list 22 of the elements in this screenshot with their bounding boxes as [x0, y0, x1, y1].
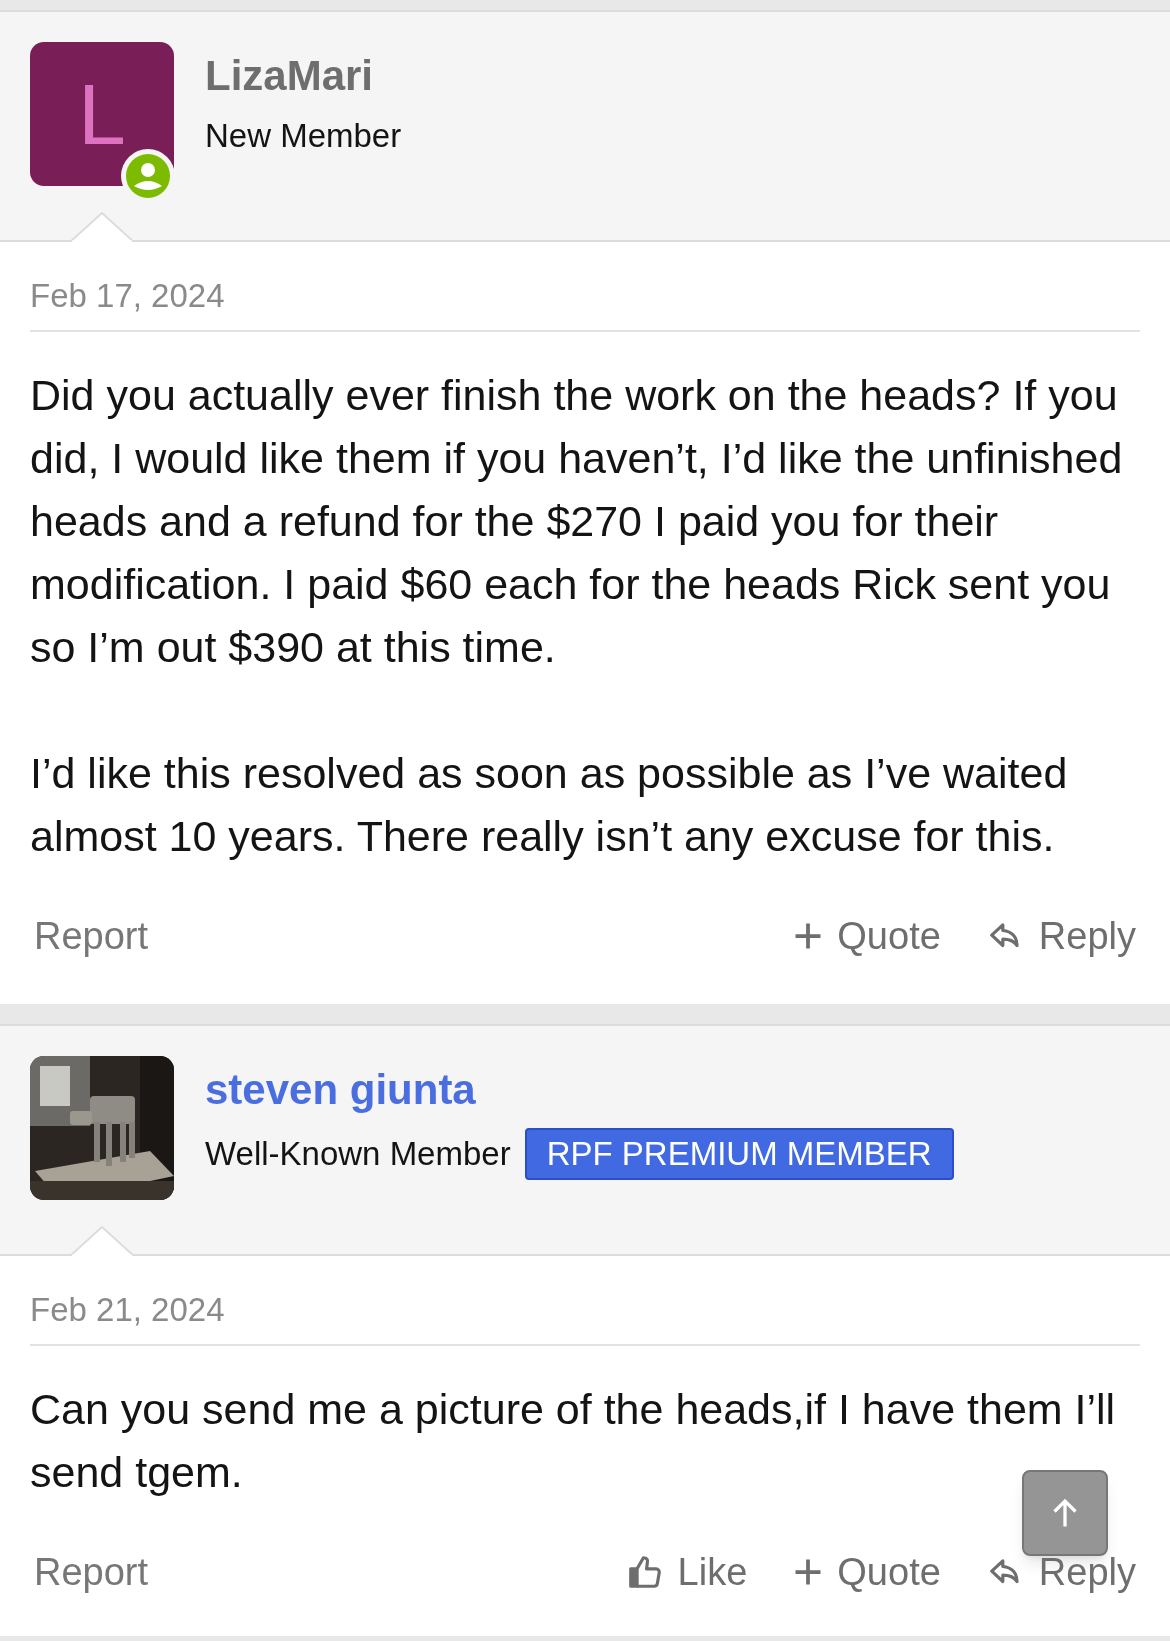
plus-icon — [793, 921, 824, 951]
like-button[interactable]: Like — [625, 1548, 748, 1596]
post-date[interactable]: Feb 21, 2024 — [30, 1291, 225, 1328]
report-link[interactable]: Report — [30, 912, 149, 960]
post-text: Did you actually ever finish the work on the heads? If you did, I would like them if you haven’t, I’d like the unfinished heads and a refund for the $270 I paid you for their modification. I paid $60 each for the heads Rick sent you so I’m out $390 at this time. — [30, 370, 1124, 673]
avatar-letter: L — [78, 71, 126, 157]
user-title: New Member — [205, 116, 402, 156]
plus-icon — [793, 1557, 824, 1587]
post-date[interactable]: Feb 17, 2024 — [30, 277, 225, 314]
premium-badge: RPF PREMIUM MEMBER — [524, 1128, 954, 1180]
quote-button[interactable]: Quote — [793, 1548, 941, 1596]
avatar[interactable]: L — [30, 42, 174, 186]
reply-button[interactable]: Reply — [986, 1548, 1136, 1596]
report-link[interactable]: Report — [30, 1548, 149, 1596]
quote-button[interactable]: Quote — [793, 912, 941, 960]
post-text: Can you send me a picture of the heads,if I have them I’ll send tgem. — [30, 1384, 1117, 1498]
post-text: I’d like this resolved as soon as possible as I’ve waited almost 10 years. There really isn’t any excuse for this. — [30, 748, 1069, 862]
user-title: Well-Known Member — [205, 1134, 511, 1174]
reply-button[interactable]: Reply — [986, 912, 1136, 960]
username[interactable]: steven giunta — [205, 1064, 954, 1116]
username[interactable]: LizaMari — [205, 50, 402, 102]
scroll-to-top-button[interactable] — [1022, 1470, 1108, 1556]
